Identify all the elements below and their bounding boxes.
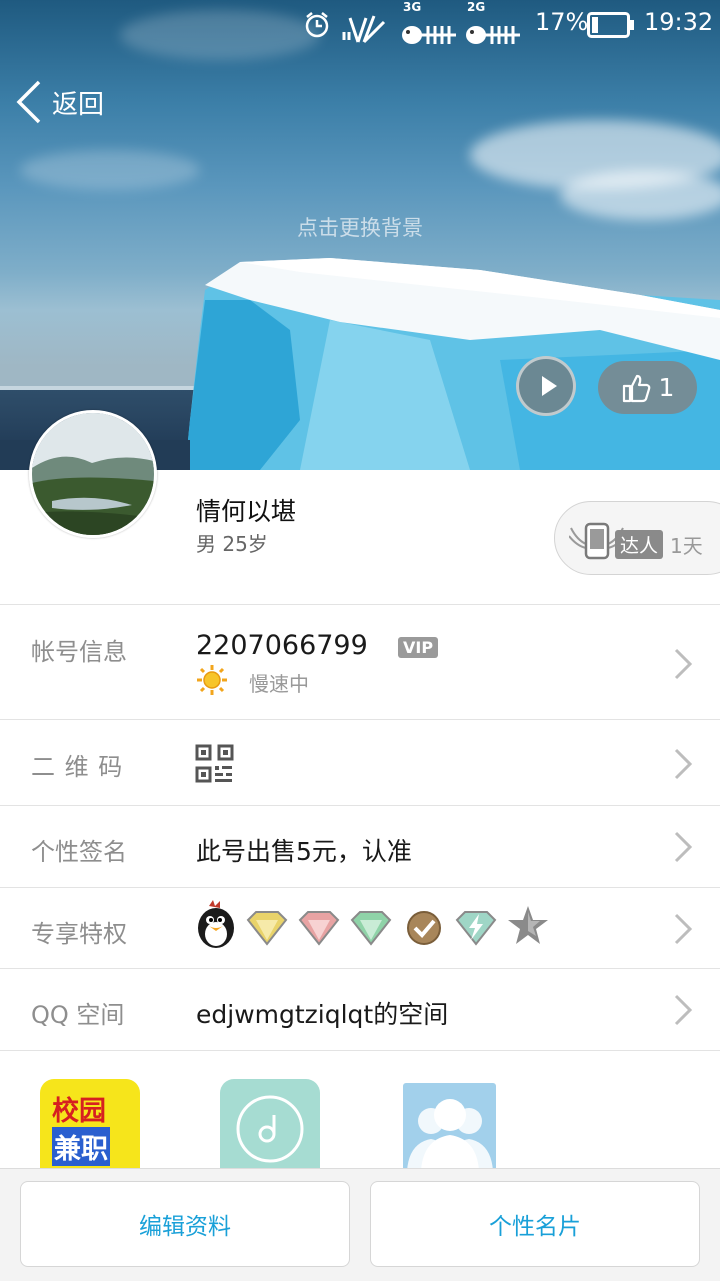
nickname: 情何以堪 bbox=[196, 497, 297, 526]
vip-badge: VIP bbox=[398, 637, 439, 658]
talent-label: 达人 bbox=[615, 530, 664, 559]
battery-percent: 17% bbox=[535, 8, 589, 36]
thumbs-up-icon bbox=[622, 374, 650, 402]
qrcode-row[interactable]: 二 维 码 bbox=[0, 719, 720, 806]
chevron-right-icon bbox=[674, 748, 693, 780]
avatar[interactable] bbox=[29, 410, 157, 538]
qq-number: 2207066799 bbox=[196, 630, 368, 661]
sun-level-icon bbox=[197, 665, 227, 695]
play-icon bbox=[542, 376, 557, 396]
personal-card-label: 个性名片 bbox=[489, 1214, 581, 1240]
personal-card-button[interactable]: 个性名片 bbox=[370, 1181, 700, 1267]
edit-profile-button[interactable]: 编辑资料 bbox=[20, 1181, 350, 1267]
row-label: 帐号信息 bbox=[31, 638, 127, 666]
signal-3g-icon bbox=[402, 26, 456, 44]
chevron-right-icon bbox=[674, 994, 693, 1026]
back-label: 返回 bbox=[52, 89, 105, 120]
clock: 19:32 bbox=[644, 8, 714, 36]
gender-age: 男 25岁 bbox=[196, 532, 268, 556]
chevron-left-icon bbox=[16, 80, 41, 124]
back-button[interactable]: 返回 bbox=[14, 78, 104, 126]
music-app-icon[interactable] bbox=[220, 1079, 320, 1171]
signature-row[interactable]: 个性签名 此号出售5元，认准 bbox=[0, 805, 720, 888]
row-label: 专享特权 bbox=[31, 920, 127, 948]
account-status: 慢速中 bbox=[249, 672, 309, 696]
row-label: QQ 空间 bbox=[31, 1001, 125, 1029]
bottom-action-bar: 编辑资料 个性名片 bbox=[0, 1168, 720, 1281]
check-medal-icon bbox=[407, 911, 441, 945]
chevron-right-icon bbox=[674, 831, 693, 863]
qzone-name: edjwmgtziqlqt的空间 bbox=[196, 1000, 449, 1029]
campus-job-line2: 兼职 bbox=[52, 1127, 110, 1166]
chevron-right-icon bbox=[674, 648, 693, 680]
signature-text: 此号出售5元，认准 bbox=[196, 837, 412, 866]
talent-days: 1天 bbox=[670, 534, 703, 558]
qrcode-icon bbox=[195, 744, 234, 783]
campus-job-line1: 校园 bbox=[52, 1096, 106, 1127]
chevron-right-icon bbox=[674, 913, 693, 945]
change-background-hint[interactable]: 点击更换背景 bbox=[0, 212, 720, 242]
green-diamond-icon bbox=[350, 911, 392, 946]
campus-job-app-icon[interactable]: 校园 兼职 bbox=[40, 1079, 140, 1171]
like-button[interactable]: 1 bbox=[598, 361, 697, 414]
avatar-image bbox=[32, 413, 154, 535]
edit-profile-label: 编辑资料 bbox=[139, 1214, 231, 1240]
app-shortcuts: 校园 兼职 bbox=[0, 1050, 720, 1171]
network-type-label: 2G bbox=[467, 0, 486, 14]
group-app-icon[interactable] bbox=[403, 1083, 496, 1171]
penguin-icon bbox=[198, 900, 234, 948]
signal-icon bbox=[342, 15, 386, 44]
account-info-row[interactable]: 帐号信息 2207066799 VIP 慢速中 bbox=[0, 604, 720, 720]
qzone-row[interactable]: QQ 空间 edjwmgtziqlqt的空间 bbox=[0, 968, 720, 1051]
row-label: 二 维 码 bbox=[31, 753, 124, 781]
privileges-row[interactable]: 专享特权 bbox=[0, 887, 720, 969]
signal-2g-icon bbox=[466, 26, 520, 44]
red-diamond-icon bbox=[298, 911, 340, 946]
row-label: 个性签名 bbox=[31, 838, 127, 866]
battery-icon bbox=[587, 12, 634, 38]
network-type-label: 3G bbox=[403, 0, 422, 14]
status-bar: 3G 2G 17% 19:32 bbox=[0, 0, 720, 52]
talent-badge-button[interactable]: 达人 1天 bbox=[554, 501, 720, 575]
play-voice-button[interactable] bbox=[516, 356, 576, 416]
gold-diamond-icon bbox=[246, 911, 288, 946]
alarm-icon bbox=[305, 12, 329, 38]
people-icon bbox=[407, 1099, 493, 1171]
lightning-diamond-icon bbox=[455, 911, 497, 946]
like-count: 1 bbox=[658, 373, 675, 402]
star-icon bbox=[508, 906, 548, 944]
music-disc-icon bbox=[236, 1095, 304, 1163]
